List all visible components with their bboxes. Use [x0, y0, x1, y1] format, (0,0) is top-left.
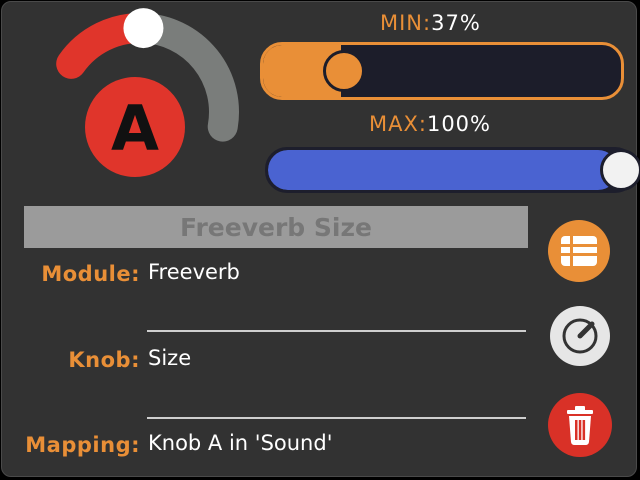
knob-arc-thumb[interactable]	[123, 8, 164, 49]
module-value[interactable]: Freeverb	[148, 260, 240, 284]
knob-underline	[147, 417, 526, 419]
knob-arc: A	[56, 8, 239, 177]
list-icon	[561, 236, 597, 266]
max-value: 100%	[426, 112, 491, 136]
module-underline	[147, 330, 526, 332]
min-label-text: MIN:	[380, 11, 432, 35]
min-label: MIN:37%	[380, 11, 481, 35]
max-label: MAX:100%	[369, 112, 491, 136]
delete-button[interactable]	[548, 393, 612, 457]
max-label-text: MAX:	[369, 112, 427, 136]
knob-indicator[interactable]: A	[0, 0, 260, 200]
mapping-title: Freeverb Size	[24, 206, 528, 248]
min-slider-thumb[interactable]	[322, 50, 365, 92]
trash-icon	[567, 406, 593, 445]
max-slider-fill	[268, 150, 618, 190]
module-label: Module:	[41, 262, 140, 286]
min-slider[interactable]	[260, 42, 624, 100]
max-slider[interactable]	[265, 147, 637, 193]
max-slider-thumb[interactable]	[600, 149, 640, 191]
knob-button[interactable]	[550, 306, 610, 366]
knob-value[interactable]: Size	[148, 346, 191, 370]
min-value: 37%	[431, 11, 481, 35]
knob-icon	[562, 318, 598, 354]
mapping-value[interactable]: Knob A in 'Sound'	[148, 431, 332, 455]
knob-letter: A	[111, 92, 159, 165]
knob-label: Knob:	[68, 348, 140, 372]
mapping-label: Mapping:	[25, 433, 140, 457]
list-button[interactable]	[548, 220, 610, 282]
